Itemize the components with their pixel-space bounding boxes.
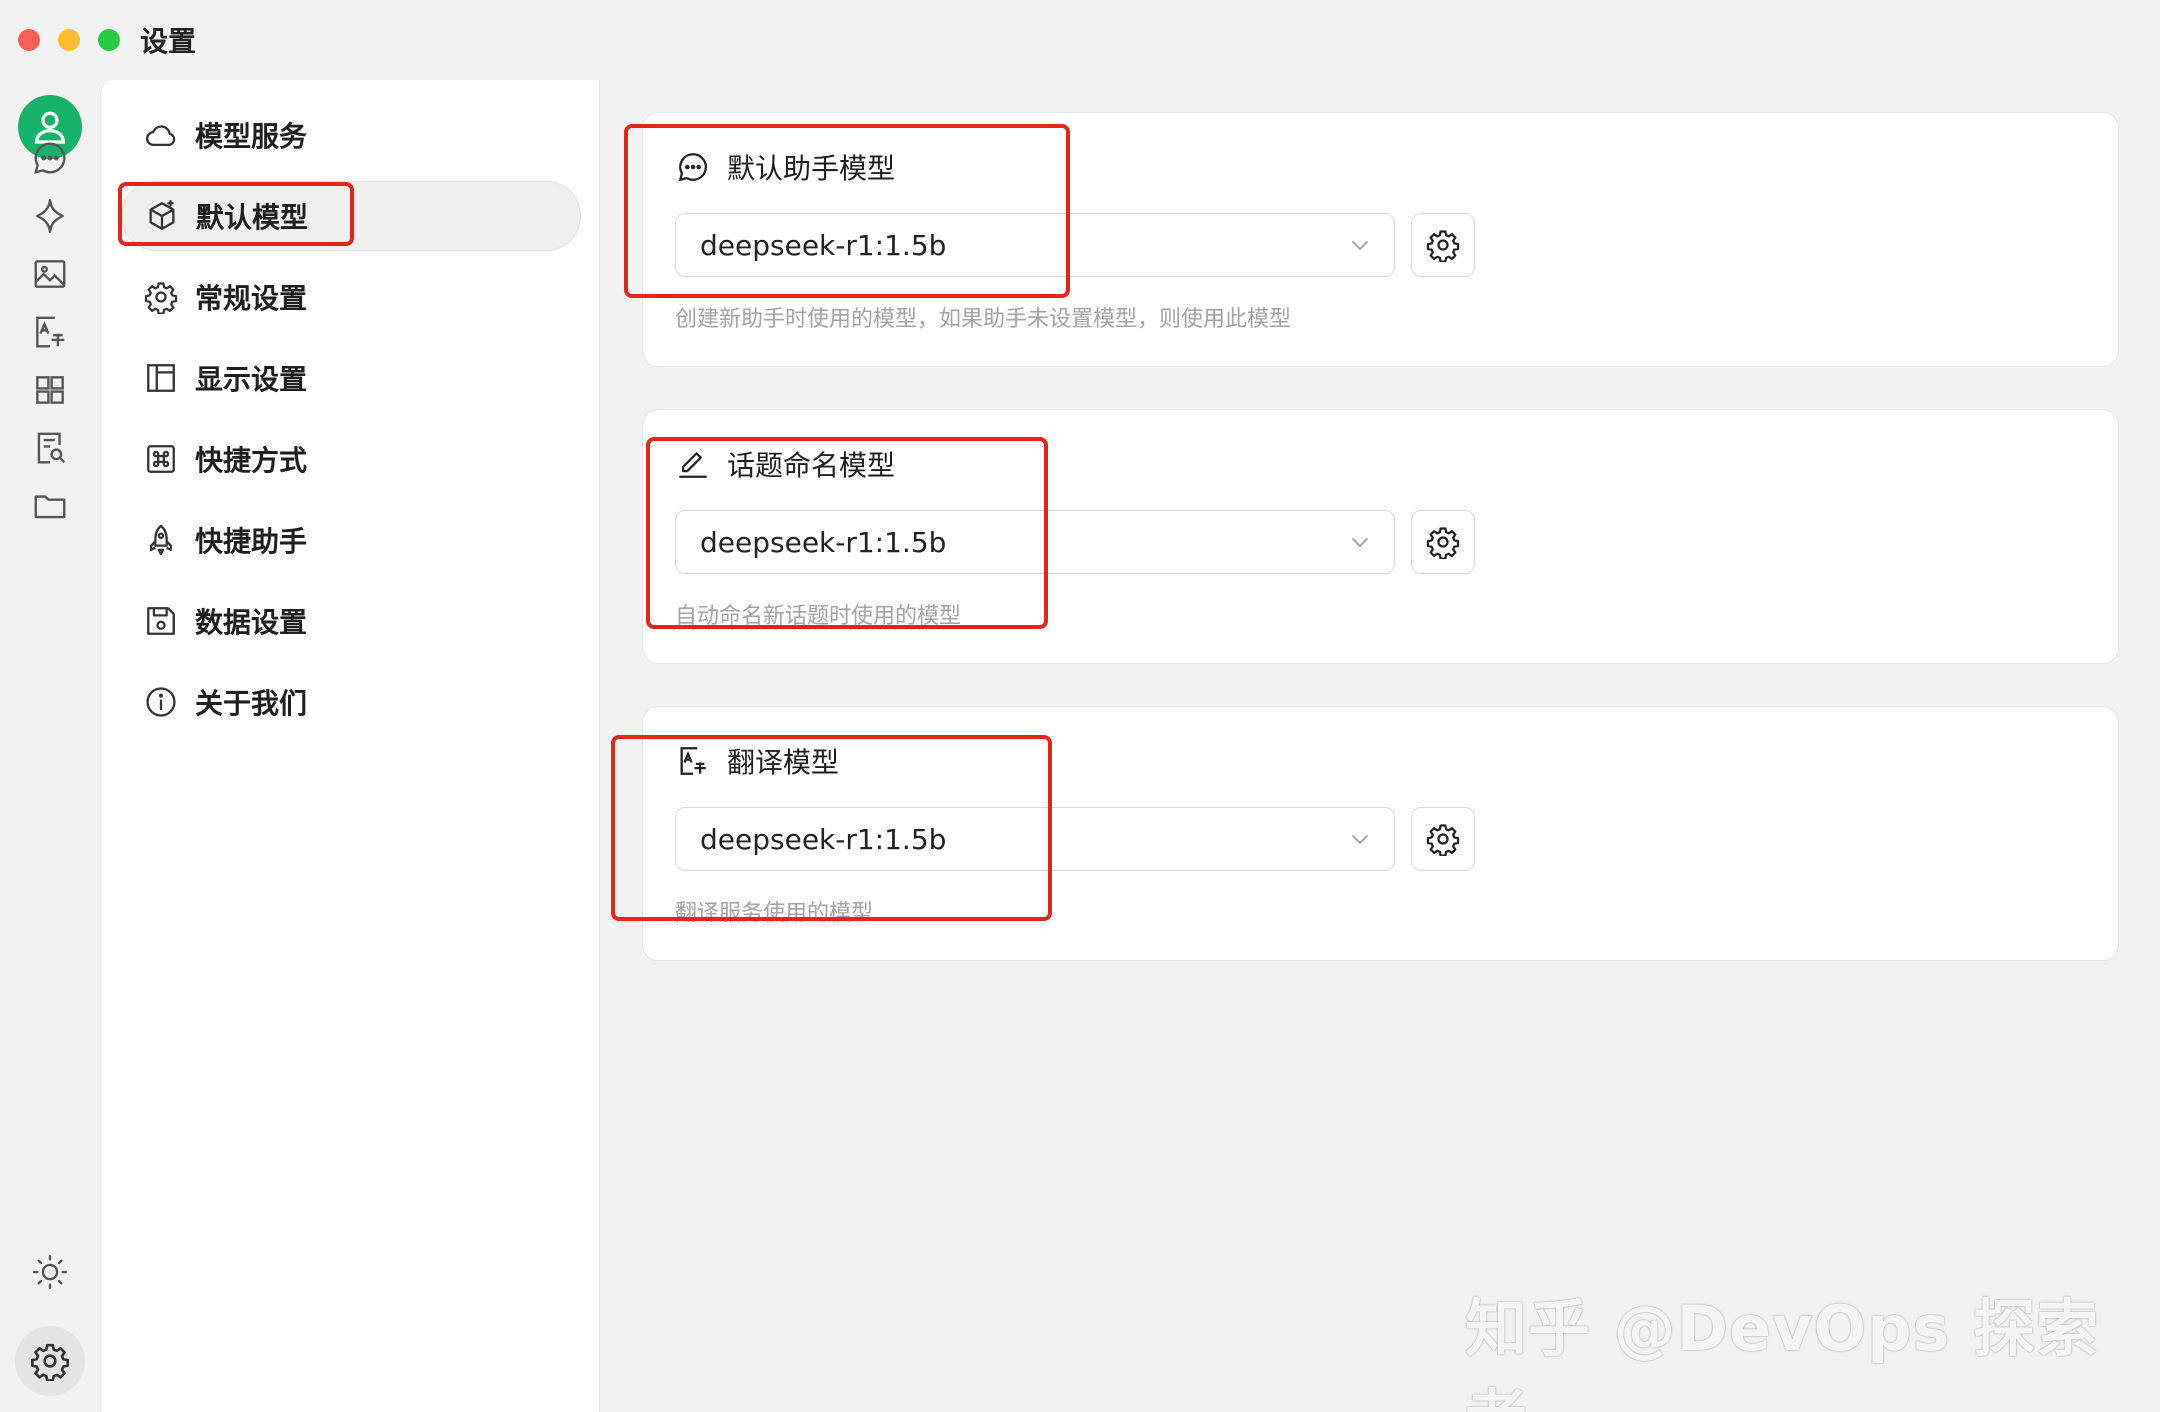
rail-folder-button[interactable] bbox=[22, 478, 78, 534]
window-title: 设置 bbox=[140, 25, 197, 58]
default-assistant-model-settings-button[interactable] bbox=[1411, 213, 1475, 277]
translate-model-settings-button[interactable] bbox=[1411, 807, 1475, 871]
chevron-down-icon bbox=[1348, 233, 1372, 257]
menu-item-model-services[interactable]: 模型服务 bbox=[121, 100, 581, 170]
watermark: 知乎 @DevOps 探索者 bbox=[1465, 1292, 2100, 1412]
menu-item-label: 快捷助手 bbox=[195, 525, 308, 558]
save-icon bbox=[143, 603, 179, 639]
menu-item-label: 常规设置 bbox=[195, 282, 308, 315]
gear-icon bbox=[1426, 230, 1460, 262]
theme-toggle-button[interactable] bbox=[22, 1244, 78, 1300]
menu-item-about[interactable]: 关于我们 bbox=[121, 667, 581, 737]
chevron-down-icon bbox=[1348, 530, 1372, 554]
menu-item-label: 关于我们 bbox=[195, 687, 308, 720]
apps-icon bbox=[36, 376, 64, 404]
title-bar: 设置 bbox=[0, 0, 2160, 80]
gear-icon bbox=[143, 279, 179, 315]
translate-icon bbox=[36, 316, 65, 348]
translate-model-card: 翻译模型 deepseek-r1:1.5b 翻译服务使用的模型 bbox=[642, 706, 2119, 961]
close-window-button[interactable] bbox=[18, 29, 40, 51]
card-header: 翻译模型 bbox=[675, 741, 839, 781]
info-icon bbox=[143, 684, 179, 720]
rail-translate-button[interactable] bbox=[22, 304, 78, 360]
rail-chat-button[interactable] bbox=[22, 130, 78, 186]
menu-item-label: 模型服务 bbox=[195, 120, 308, 153]
menu-item-data-settings[interactable]: 数据设置 bbox=[121, 586, 581, 656]
card-hint: 创建新助手时使用的模型，如果助手未设置模型，则使用此模型 bbox=[675, 307, 1292, 332]
menu-item-general-settings[interactable]: 常规设置 bbox=[121, 262, 581, 332]
translate-model-select[interactable]: deepseek-r1:1.5b bbox=[675, 807, 1395, 871]
selected-model: deepseek-r1:1.5b bbox=[700, 228, 947, 262]
default-model-content: 默认助手模型 deepseek-r1:1.5b 创建新助手时使用的模型，如果助手… bbox=[600, 80, 2160, 1412]
translate-icon bbox=[675, 743, 711, 779]
card-header: 话题命名模型 bbox=[675, 444, 895, 484]
topic-naming-model-settings-button[interactable] bbox=[1411, 510, 1475, 574]
rocket-icon bbox=[143, 522, 179, 558]
topic-naming-model-select[interactable]: deepseek-r1:1.5b bbox=[675, 510, 1395, 574]
zoom-window-button[interactable] bbox=[98, 29, 120, 51]
gear-icon bbox=[1426, 527, 1460, 559]
card-title: 默认助手模型 bbox=[727, 152, 896, 185]
rail-apps-button[interactable] bbox=[22, 362, 78, 418]
card-title: 翻译模型 bbox=[727, 746, 840, 779]
cloud-icon bbox=[143, 117, 179, 153]
selected-model: deepseek-r1:1.5b bbox=[700, 822, 947, 856]
edit-icon bbox=[675, 446, 711, 482]
menu-item-label: 快捷方式 bbox=[195, 444, 308, 477]
topic-naming-model-card: 话题命名模型 deepseek-r1:1.5b 自动命名新话题时使用的模型 bbox=[642, 409, 2119, 664]
menu-item-label: 数据设置 bbox=[195, 606, 308, 639]
menu-item-quick-assistant[interactable]: 快捷助手 bbox=[121, 505, 581, 575]
minimize-window-button[interactable] bbox=[58, 29, 80, 51]
card-hint: 自动命名新话题时使用的模型 bbox=[675, 604, 962, 629]
rail-agents-button[interactable] bbox=[22, 188, 78, 244]
sparkle-icon bbox=[36, 198, 64, 234]
default-assistant-model-card: 默认助手模型 deepseek-r1:1.5b 创建新助手时使用的模型，如果助手… bbox=[642, 112, 2119, 367]
cube-icon bbox=[144, 198, 180, 234]
menu-item-default-model[interactable]: 默认模型 bbox=[121, 181, 581, 251]
menu-item-display-settings[interactable]: 显示设置 bbox=[121, 343, 581, 413]
menu-item-label: 显示设置 bbox=[195, 363, 308, 396]
command-icon bbox=[143, 441, 179, 477]
image-icon bbox=[34, 260, 66, 288]
menu-item-label: 默认模型 bbox=[196, 201, 309, 234]
folder-icon bbox=[34, 495, 66, 519]
layout-icon bbox=[143, 360, 179, 396]
search-doc-icon bbox=[37, 432, 66, 464]
sun-icon bbox=[32, 1254, 68, 1290]
rail-paint-button[interactable] bbox=[22, 246, 78, 302]
chevron-down-icon bbox=[1348, 827, 1372, 851]
chat-icon bbox=[34, 142, 66, 174]
chat-icon bbox=[675, 149, 711, 185]
gear-icon bbox=[1426, 824, 1460, 856]
rail-files-button[interactable] bbox=[22, 420, 78, 476]
card-title: 话题命名模型 bbox=[727, 449, 896, 482]
card-header: 默认助手模型 bbox=[675, 147, 895, 187]
default-assistant-model-select[interactable]: deepseek-r1:1.5b bbox=[675, 213, 1395, 277]
settings-menu: 模型服务 默认模型 常规设置 显示设置 快捷方式 快捷助手 数据设置 关于我们 bbox=[100, 80, 600, 1412]
card-hint: 翻译服务使用的模型 bbox=[675, 901, 874, 926]
selected-model: deepseek-r1:1.5b bbox=[700, 525, 947, 559]
gear-icon bbox=[31, 1343, 69, 1381]
menu-item-shortcuts[interactable]: 快捷方式 bbox=[121, 424, 581, 494]
icon-rail bbox=[0, 80, 100, 1412]
rail-settings-button[interactable] bbox=[15, 1326, 85, 1396]
